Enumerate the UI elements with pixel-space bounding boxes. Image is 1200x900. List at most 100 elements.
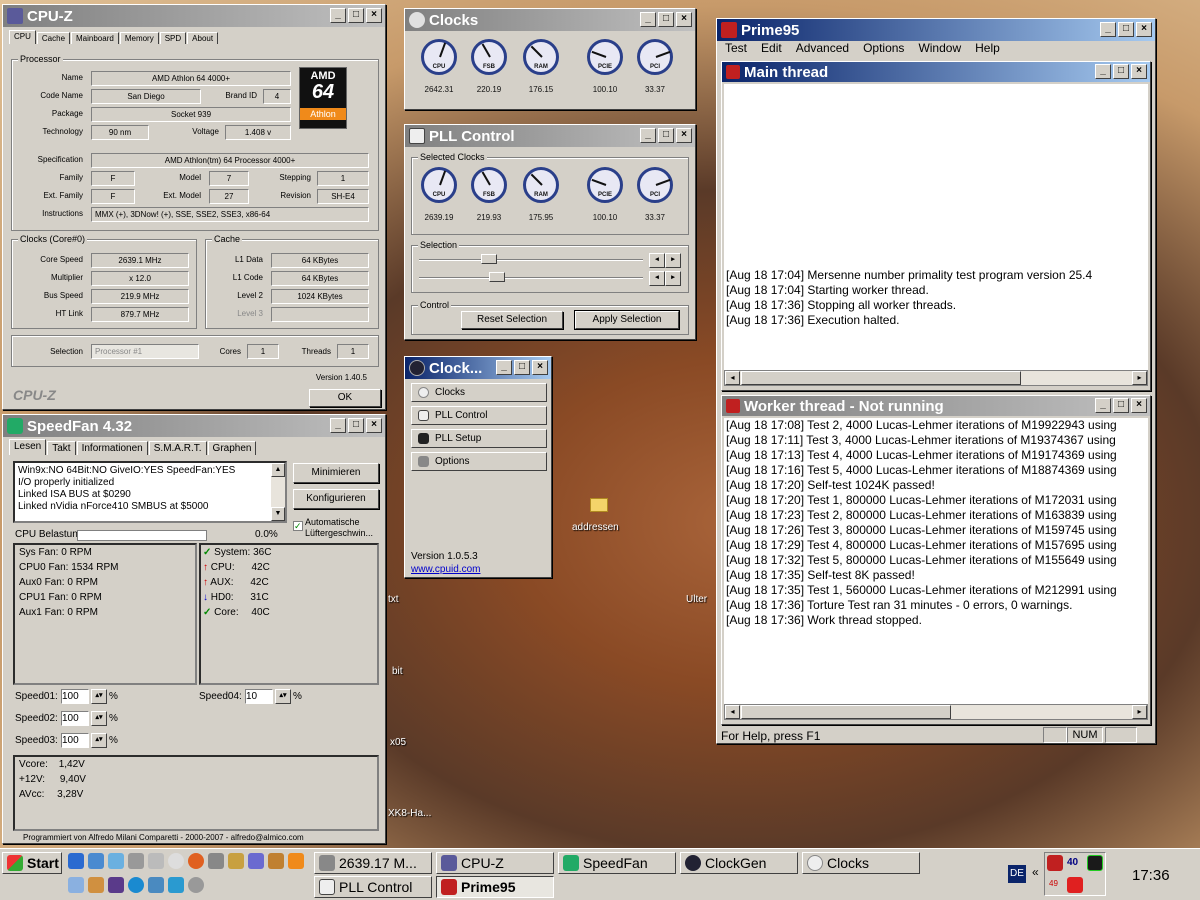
tab-cpu[interactable]: CPU bbox=[9, 30, 36, 44]
tab-takt[interactable]: Takt bbox=[47, 441, 76, 455]
slider-1-right-button[interactable]: ▸ bbox=[665, 253, 681, 268]
slider-thumb-2[interactable] bbox=[489, 272, 505, 282]
main-thread-log[interactable]: [Aug 18 17:04] Mersenne number primality… bbox=[724, 84, 1148, 370]
clockgen-clocks-button[interactable]: Clocks bbox=[411, 383, 547, 402]
settings-icon[interactable] bbox=[88, 877, 104, 893]
gear-icon[interactable] bbox=[188, 877, 204, 893]
tray-expand-icon[interactable]: « bbox=[1032, 865, 1039, 879]
scroll-left-icon[interactable]: ◂ bbox=[725, 705, 740, 719]
folder-icon[interactable] bbox=[268, 853, 284, 869]
close-button[interactable]: × bbox=[366, 8, 382, 23]
clockgen-options-button[interactable]: Options bbox=[411, 452, 547, 471]
close-button[interactable]: × bbox=[1131, 398, 1147, 413]
minimize-button[interactable]: _ bbox=[1095, 398, 1111, 413]
slider-track-2[interactable] bbox=[419, 277, 643, 279]
clockgen-link[interactable]: www.cpuid.com bbox=[411, 564, 480, 575]
close-button[interactable]: × bbox=[676, 128, 692, 143]
horizontal-scrollbar[interactable]: ◂ ▸ bbox=[724, 370, 1148, 386]
horizontal-scrollbar[interactable]: ◂ ▸ bbox=[724, 704, 1148, 720]
clockgen-pll-setup-button[interactable]: PLL Setup bbox=[411, 429, 547, 448]
language-indicator[interactable]: DE bbox=[1008, 865, 1026, 883]
maximize-button[interactable]: □ bbox=[514, 360, 530, 375]
taskbar-clock[interactable]: 17:36 bbox=[1132, 867, 1170, 884]
clocks-titlebar[interactable]: Clocks _ □ × bbox=[405, 9, 695, 31]
minimize-button[interactable]: _ bbox=[1095, 64, 1111, 79]
tab-spd[interactable]: SPD bbox=[159, 32, 187, 44]
maximize-button[interactable]: □ bbox=[1118, 22, 1134, 37]
prime95-tray-icon[interactable] bbox=[1047, 855, 1063, 871]
vertical-scrollbar[interactable]: ▲ ▼ bbox=[271, 463, 285, 521]
task-clockgen[interactable]: ClockGen bbox=[680, 852, 798, 874]
minimize-speedfan-button[interactable]: Minimieren bbox=[293, 463, 379, 483]
start-button[interactable]: Start bbox=[2, 852, 62, 874]
scrollbar-thumb[interactable] bbox=[741, 705, 951, 719]
task-pll-control[interactable]: PLL Control bbox=[314, 876, 432, 898]
close-button[interactable]: × bbox=[676, 12, 692, 27]
tool-icon[interactable] bbox=[208, 853, 224, 869]
menu-window[interactable]: Window bbox=[918, 41, 961, 55]
desktop-icon[interactable] bbox=[88, 853, 104, 869]
speed01-spinner[interactable]: ▴▾ bbox=[91, 689, 107, 704]
speed04-input[interactable]: 10 bbox=[245, 689, 273, 704]
worker-thread-log[interactable]: [Aug 18 17:08] Test 2, 4000 Lucas-Lehmer… bbox=[724, 418, 1148, 704]
ie-icon[interactable] bbox=[128, 877, 144, 893]
configure-button[interactable]: Konfigurieren bbox=[293, 489, 379, 509]
explorer-icon[interactable] bbox=[108, 853, 124, 869]
cpuz-titlebar[interactable]: CPU-Z _ □ × bbox=[3, 5, 385, 27]
main-thread-titlebar[interactable]: Main thread _ □ × bbox=[722, 62, 1150, 82]
desktop-folder-label[interactable]: addressen bbox=[572, 522, 619, 533]
task-clocks[interactable]: Clocks bbox=[802, 852, 920, 874]
speedfan-log[interactable]: Win9x:NO 64Bit:NO GiveIO:YES SpeedFan:YE… bbox=[13, 461, 287, 523]
music-icon[interactable] bbox=[168, 877, 184, 893]
speedfan-titlebar[interactable]: SpeedFan 4.32 _ □ × bbox=[3, 415, 385, 437]
desktop-icon-label[interactable]: bit bbox=[392, 666, 403, 677]
minimize-button[interactable]: _ bbox=[330, 8, 346, 23]
minimize-button[interactable]: _ bbox=[640, 128, 656, 143]
speed04-spinner[interactable]: ▴▾ bbox=[275, 689, 291, 704]
menu-advanced[interactable]: Advanced bbox=[796, 41, 849, 55]
menu-edit[interactable]: Edit bbox=[761, 41, 782, 55]
tab-about[interactable]: About bbox=[187, 32, 219, 44]
menu-help[interactable]: Help bbox=[975, 41, 1000, 55]
slider-1-left-button[interactable]: ◂ bbox=[649, 253, 665, 268]
speed01-input[interactable]: 100 bbox=[61, 689, 89, 704]
close-button[interactable]: × bbox=[532, 360, 548, 375]
edit-icon[interactable] bbox=[148, 877, 164, 893]
ok-button[interactable]: OK bbox=[309, 389, 381, 407]
network-icon[interactable] bbox=[148, 853, 164, 869]
tab-lesen[interactable]: Lesen bbox=[9, 439, 47, 455]
tab-cache[interactable]: Cache bbox=[36, 32, 71, 44]
close-button[interactable]: × bbox=[1131, 64, 1147, 79]
maximize-button[interactable]: □ bbox=[658, 12, 674, 27]
maximize-button[interactable]: □ bbox=[348, 418, 364, 433]
app-icon[interactable] bbox=[228, 853, 244, 869]
maximize-button[interactable]: □ bbox=[658, 128, 674, 143]
doc-icon[interactable] bbox=[248, 853, 264, 869]
scroll-right-icon[interactable]: ▸ bbox=[1132, 371, 1147, 385]
desktop-icon-label[interactable]: Ulter bbox=[686, 594, 707, 605]
scroll-left-icon[interactable]: ◂ bbox=[725, 371, 740, 385]
maximize-button[interactable]: □ bbox=[1113, 398, 1129, 413]
search-icon[interactable] bbox=[168, 853, 184, 869]
ie-icon[interactable] bbox=[68, 853, 84, 869]
clockgen-titlebar[interactable]: Clock... _ □ × bbox=[405, 357, 551, 379]
processor-select[interactable]: Processor #1 bbox=[91, 344, 199, 359]
speed03-spinner[interactable]: ▴▾ bbox=[91, 733, 107, 748]
apply-selection-button[interactable]: Apply Selection bbox=[574, 310, 680, 330]
scrollbar-thumb[interactable] bbox=[741, 371, 1021, 385]
calculator-icon[interactable] bbox=[68, 877, 84, 893]
tab-informationen[interactable]: Informationen bbox=[76, 441, 148, 455]
prime95-titlebar[interactable]: Prime95 _ □ × bbox=[717, 19, 1155, 41]
speed02-input[interactable]: 100 bbox=[61, 711, 89, 726]
minimize-button[interactable]: _ bbox=[1100, 22, 1116, 37]
tab-mainboard[interactable]: Mainboard bbox=[71, 32, 119, 44]
clockgen-pll-control-button[interactable]: PLL Control bbox=[411, 406, 547, 425]
maximize-button[interactable]: □ bbox=[1113, 64, 1129, 79]
slider-2-left-button[interactable]: ◂ bbox=[649, 271, 665, 286]
scroll-down-icon[interactable]: ▼ bbox=[271, 507, 285, 521]
desktop-icon-label[interactable]: XK8-Ha... bbox=[388, 808, 431, 819]
pll-titlebar[interactable]: PLL Control _ □ × bbox=[405, 125, 695, 147]
reset-selection-button[interactable]: Reset Selection bbox=[461, 311, 563, 329]
desktop-icon-label[interactable]: txt bbox=[388, 594, 399, 605]
firefox-icon[interactable] bbox=[188, 853, 204, 869]
